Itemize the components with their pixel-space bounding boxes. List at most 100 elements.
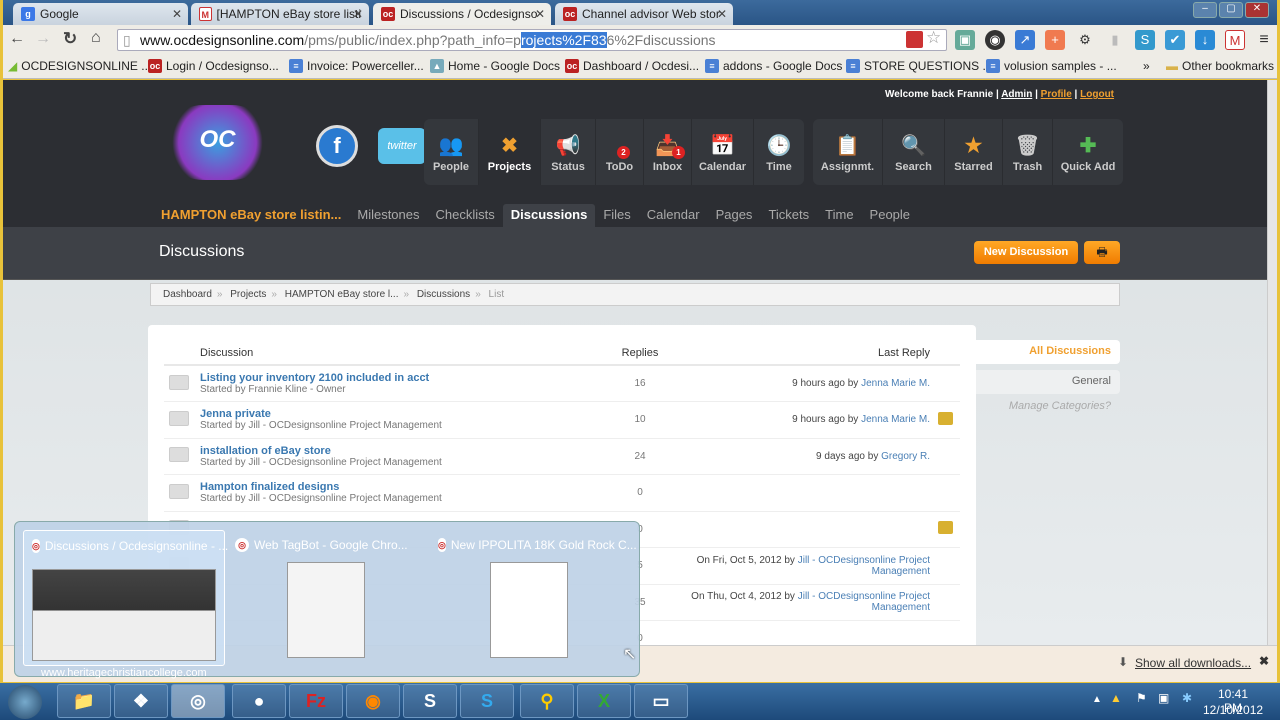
last-reply-author-link[interactable]: Gregory R. <box>881 451 930 462</box>
bookmark[interactable]: ▲ Home - Google Docs <box>430 59 560 73</box>
new-discussion-button[interactable]: New Discussion <box>974 241 1078 264</box>
extension-icon[interactable]: + <box>1045 30 1065 50</box>
filezilla-icon[interactable]: Fz <box>289 684 343 718</box>
nav-todo[interactable]: 2 ToDo <box>596 119 644 185</box>
menu-icon[interactable]: ≡ <box>1254 30 1274 50</box>
home-icon[interactable]: ⌂ <box>91 29 101 47</box>
clock-date[interactable]: 12/10/2012 <box>1203 703 1263 717</box>
chrome-icon[interactable]: ◎ <box>171 684 225 718</box>
bookmark-star-icon[interactable]: ☆ <box>926 28 941 48</box>
action-center-flag-icon[interactable]: ⚑ <box>1136 691 1147 705</box>
close-tab-icon[interactable]: ✕ <box>172 7 182 21</box>
close-window-button[interactable]: ✕ <box>1245 2 1269 18</box>
window-icon[interactable]: ▭ <box>634 684 688 718</box>
subnav-discussions[interactable]: Discussions <box>502 204 596 227</box>
last-reply-author-link[interactable]: Jenna Marie M. <box>861 414 930 425</box>
nav-quick-add[interactable]: ✚ Quick Add <box>1053 119 1123 185</box>
close-tab-icon[interactable]: ✕ <box>353 7 363 21</box>
print-icon[interactable]: 🖶 <box>1084 241 1120 264</box>
subnav-tickets[interactable]: Tickets <box>760 204 817 227</box>
gmail-checker-icon[interactable]: M <box>1225 30 1245 50</box>
preview-window-web-tagbot[interactable]: ◎ Web TagBot - Google Chro... <box>227 530 427 666</box>
google-drive-tray-icon[interactable]: ▲ <box>1110 691 1122 705</box>
nav-projects[interactable]: ✖ Projects <box>479 119 541 185</box>
preview-window-ippolita[interactable]: ◎ New IPPOLITA 18K Gold Rock C... <box>430 530 637 666</box>
oc-designs-logo[interactable]: OC <box>165 105 270 180</box>
page-scrollbar[interactable] <box>1267 80 1277 645</box>
app-s-icon[interactable]: S <box>403 684 457 718</box>
aim-icon[interactable]: ⚲ <box>520 684 574 718</box>
last-reply-author-link[interactable]: Jill - OCDesignsonline Project Managemen… <box>798 555 930 577</box>
nav-trash[interactable]: 🗑 Trash <box>1003 119 1053 185</box>
tab-discussions[interactable]: oc Discussions / Ocdesignso ✕ <box>373 3 551 25</box>
close-tab-icon[interactable]: ✕ <box>717 7 727 21</box>
logout-link[interactable]: Logout <box>1080 89 1114 100</box>
excel-icon[interactable]: X <box>577 684 631 718</box>
bookmarks-overflow[interactable]: » <box>1143 59 1150 73</box>
bookmark[interactable]: ≡ Invoice: Powerceller... <box>289 59 424 73</box>
discussion-title-link[interactable]: Hampton finalized designs <box>200 481 590 493</box>
breadcrumb-dashboard[interactable]: Dashboard <box>163 289 212 300</box>
extension-icon[interactable]: ↗ <box>1015 30 1035 50</box>
admin-link[interactable]: Admin <box>1001 89 1032 100</box>
nav-time[interactable]: 🕒 Time <box>754 119 804 185</box>
nav-inbox[interactable]: 📥 1 Inbox <box>644 119 692 185</box>
extension-icon[interactable]: ▣ <box>955 30 975 50</box>
category-general[interactable]: General <box>976 370 1120 394</box>
breadcrumb-project[interactable]: HAMPTON eBay store l... <box>285 289 399 300</box>
extension-icon[interactable]: ✔ <box>1165 30 1185 50</box>
last-reply-author-link[interactable]: Jenna Marie M. <box>861 378 930 389</box>
discussion-title-link[interactable]: Jenna private <box>200 408 590 420</box>
signal-icon[interactable]: ▮ <box>1105 30 1125 50</box>
bookmark[interactable]: ◢ OCDESIGNSONLINE ... <box>8 59 151 73</box>
subnav-checklists[interactable]: Checklists <box>428 204 503 227</box>
nav-starred[interactable]: ★ Starred <box>945 119 1003 185</box>
subnav-pages[interactable]: Pages <box>708 204 761 227</box>
facebook-icon[interactable]: f <box>316 125 358 167</box>
nav-search[interactable]: 🔍 Search <box>883 119 945 185</box>
project-name-link[interactable]: HAMPTON eBay store listin... <box>153 204 349 227</box>
bookmark[interactable]: oc Dashboard / Ocdesi... <box>565 59 699 73</box>
preview-window-discussions[interactable]: ◎ Discussions / Ocdesignsonline - ... <box>23 530 228 666</box>
back-icon[interactable]: ← <box>9 30 25 48</box>
table-row[interactable]: Hampton finalized designs Started by Jill… <box>164 474 960 512</box>
subnav-milestones[interactable]: Milestones <box>349 204 427 227</box>
discussion-title-link[interactable]: installation of eBay store <box>200 445 590 457</box>
extension-icon[interactable]: ◉ <box>985 30 1005 50</box>
minimize-button[interactable]: – <box>1193 2 1217 18</box>
dropbox-icon[interactable]: ❖ <box>114 684 168 718</box>
bookmark[interactable]: ≡ STORE QUESTIONS ... <box>846 59 992 73</box>
last-reply-author-link[interactable]: Jill - OCDesignsonline Project Managemen… <box>798 591 930 613</box>
close-downloads-icon[interactable]: ✖ <box>1259 654 1269 668</box>
subnav-calendar[interactable]: Calendar <box>639 204 708 227</box>
breadcrumb-projects[interactable]: Projects <box>230 289 266 300</box>
reload-icon[interactable]: ↻ <box>63 29 77 49</box>
tab-gmail[interactable]: M [HAMPTON eBay store listi ✕ <box>191 3 369 25</box>
maximize-button[interactable]: ▢ <box>1219 2 1243 18</box>
network-icon[interactable]: ✱ <box>1182 691 1192 705</box>
power-icon[interactable]: ▣ <box>1158 691 1169 705</box>
explorer-icon[interactable]: 📁 <box>57 684 111 718</box>
nav-calendar[interactable]: 📅 Calendar <box>692 119 754 185</box>
tab-channel-advisor[interactable]: oc Channel advisor Web stor ✕ <box>555 3 733 25</box>
manage-categories-link[interactable]: Manage Categories? <box>976 400 1120 412</box>
app-icon[interactable]: ● <box>232 684 286 718</box>
table-row[interactable]: Jenna private Started by Jill - OCDesigns… <box>164 401 960 439</box>
tab-google[interactable]: g Google ✕ <box>13 3 188 25</box>
twitter-icon[interactable]: twitter <box>378 128 426 164</box>
extension-icon[interactable] <box>906 31 923 48</box>
breadcrumb-discussions[interactable]: Discussions <box>417 289 470 300</box>
skype-extension-icon[interactable]: S <box>1135 30 1155 50</box>
category-all-discussions[interactable]: All Discussions <box>976 340 1120 364</box>
nav-assignments[interactable]: 📋 Assignmt. <box>813 119 883 185</box>
other-bookmarks[interactable]: ▬ Other bookmarks <box>1166 59 1274 73</box>
firefox-icon[interactable]: ◉ <box>346 684 400 718</box>
profile-link[interactable]: Profile <box>1041 89 1072 100</box>
table-row[interactable]: Listing your inventory 2100 included in … <box>164 365 960 402</box>
subnav-files[interactable]: Files <box>595 204 638 227</box>
close-tab-icon[interactable]: ✕ <box>535 7 545 21</box>
bookmark[interactable]: ≡ addons - Google Docs <box>705 59 842 73</box>
discussion-title-link[interactable]: Listing your inventory 2100 included in … <box>200 372 590 384</box>
table-row[interactable]: installation of eBay store Started by Jil… <box>164 438 960 475</box>
bookmark[interactable]: oc Login / Ocdesignso... <box>148 59 279 73</box>
